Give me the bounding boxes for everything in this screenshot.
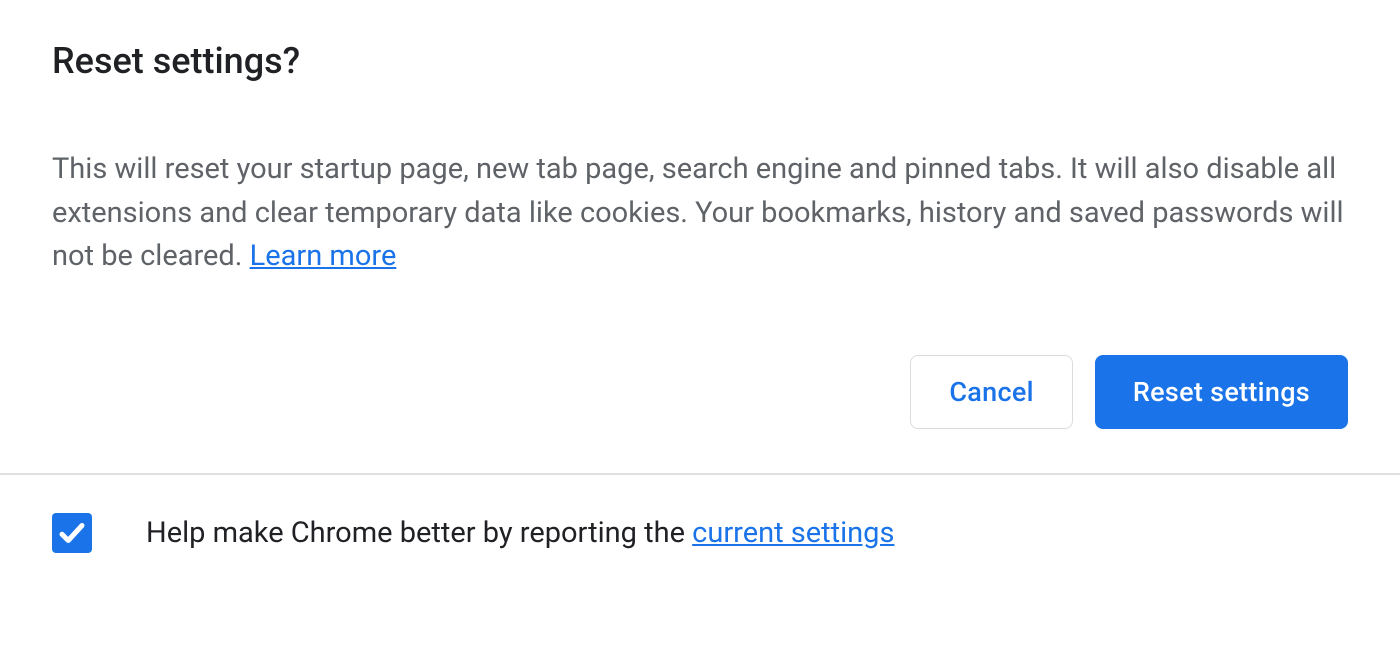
current-settings-link[interactable]: current settings [692,516,894,550]
dialog-description-text: This will reset your startup page, new t… [52,152,1344,273]
dialog-description: This will reset your startup page, new t… [52,148,1348,279]
reset-settings-dialog: Reset settings? This will reset your sta… [0,0,1400,473]
dialog-footer: Help make Chrome better by reporting the… [0,475,1400,553]
learn-more-link[interactable]: Learn more [250,239,397,273]
dialog-title: Reset settings? [52,40,1348,82]
cancel-button[interactable]: Cancel [910,355,1072,429]
checkmark-icon [57,518,87,548]
report-checkbox[interactable] [52,513,92,553]
dialog-actions: Cancel Reset settings [52,355,1348,473]
report-text-prefix: Help make Chrome better by reporting the [146,516,692,550]
reset-settings-button[interactable]: Reset settings [1095,355,1348,429]
report-label: Help make Chrome better by reporting the… [146,516,894,550]
